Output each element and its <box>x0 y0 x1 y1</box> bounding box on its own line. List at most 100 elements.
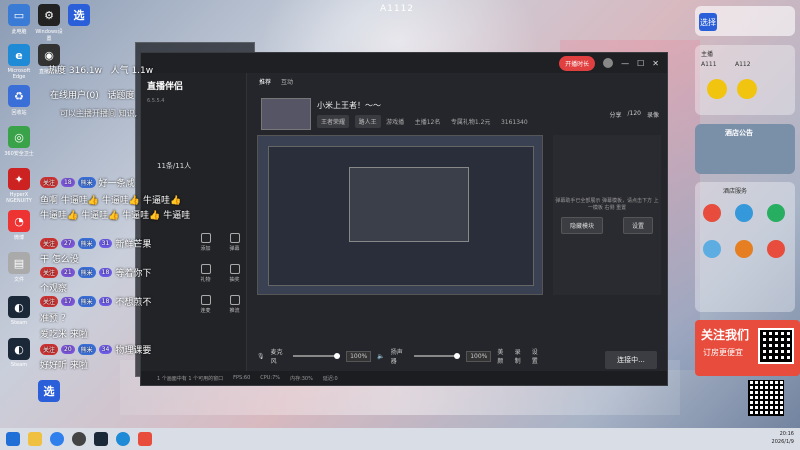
tool-grid: 添加 弹幕 礼物 抽奖 连麦 推流 <box>193 233 247 314</box>
danmaku-item: 关注 17 熊米 18 不想煎不 <box>40 295 151 308</box>
lottery-icon <box>229 264 240 274</box>
danmaku-item: 关注 21 熊米 18 等着你下 <box>40 266 151 279</box>
desktop-icon-steam[interactable]: ◐ Steam <box>4 296 34 326</box>
live-app-icon[interactable] <box>138 432 152 446</box>
desktop-icon-xuan[interactable]: 选 <box>64 4 94 28</box>
desktop-icon-xuan-2[interactable]: 选 <box>34 380 64 404</box>
wallpaper-title: A1112 <box>380 4 415 14</box>
nested-preview-2 <box>349 167 469 242</box>
close-icon[interactable]: ✕ <box>652 59 659 68</box>
mic-label: 麦克风 <box>270 349 283 365</box>
app-main: 推荐 互动 小米上王者！～～ 王者荣耀 路人王 游戏播 主播12名 专属礼物1.… <box>253 73 667 371</box>
tab-recommend[interactable]: 推荐 <box>259 77 271 86</box>
record-button[interactable]: 录像 <box>647 110 659 119</box>
plus-icon <box>200 233 211 243</box>
speaker-icon[interactable]: 🔈 <box>377 353 384 360</box>
file-icon: ▤ <box>8 252 30 274</box>
service-icon-2[interactable] <box>735 204 753 222</box>
danmaku-item: 准预 ？ <box>40 314 70 324</box>
notice-banner[interactable]: 酒店公告 <box>695 124 795 174</box>
app-logo-icon: 选择 <box>699 13 717 31</box>
mic-slider[interactable] <box>293 353 341 359</box>
desktop-icon-weibo[interactable]: ◔ 微博 <box>4 210 34 241</box>
audio-controls: 🎙 麦克风 100% 🔈 扬声器 100% 美颜 录制 设置 <box>257 345 543 367</box>
tool-gift[interactable]: 礼物 <box>193 264 218 283</box>
tool-danmaku[interactable]: 弹幕 <box>222 233 247 252</box>
user-avatar[interactable] <box>603 58 614 68</box>
danmaku-item: 牛逼哇👍 牛逼哇👍 牛逼哇👍 牛逼哇 <box>40 211 191 221</box>
edge-icon: e <box>8 44 30 66</box>
tab-interact[interactable]: 互动 <box>281 77 293 86</box>
tool-stream[interactable]: 推流 <box>222 295 247 314</box>
record-control[interactable]: 录制 <box>515 347 526 365</box>
maximize-icon[interactable]: ☐ <box>637 59 644 68</box>
browser-icon[interactable] <box>50 432 64 446</box>
service-icon-4[interactable] <box>703 240 721 258</box>
mic-icon <box>200 295 211 305</box>
badge-icon <box>737 79 757 99</box>
category-chip[interactable]: 王者荣耀 <box>317 115 350 128</box>
start-live-button[interactable]: 连接中... <box>605 351 657 369</box>
live-title[interactable]: 小米上王者！～～ <box>317 100 536 111</box>
speaker-label: 扬声器 <box>390 349 403 365</box>
tool-link-mic[interactable]: 连麦 <box>193 295 218 314</box>
desktop-icon-settings[interactable]: ⚙ Windows设置 <box>34 4 64 42</box>
edge-icon[interactable] <box>116 432 130 446</box>
right-info-panel: 弹幕助手已全部展示 弹幕模板，请点击下方 上一模板 右侧 重置 隐藏模块 设置 <box>553 135 661 295</box>
panel-settings-button[interactable]: 设置 <box>623 216 654 234</box>
mic-icon[interactable]: 🎙 <box>257 353 265 360</box>
speaker-percent[interactable]: 100% <box>466 350 492 362</box>
app-logo-icon: 选 <box>68 4 90 26</box>
service-icon-1[interactable] <box>703 204 721 222</box>
system-tray[interactable]: 20:16 2026/1/9 <box>772 430 794 446</box>
share-button[interactable]: 分享 <box>609 110 621 119</box>
status-windows: 1 个画面中有 1 个可用的窗口 <box>157 375 224 382</box>
mic-percent[interactable]: 100% <box>346 350 372 362</box>
file-explorer-icon[interactable] <box>28 432 42 446</box>
beauty-button[interactable]: 美颜 <box>497 347 508 365</box>
desktop-icon-this-pc[interactable]: ▭ 此电脑 <box>4 4 34 35</box>
cover-thumbnail[interactable] <box>261 98 311 130</box>
service-icon-5[interactable] <box>735 240 753 258</box>
desktop-icon-steam-2[interactable]: ◐ Steam <box>4 338 34 368</box>
tool-add[interactable]: 添加 <box>193 233 218 252</box>
stream-icon <box>229 295 240 305</box>
status-latency: 延迟:0 <box>322 375 338 382</box>
settings-control[interactable]: 设置 <box>532 347 543 365</box>
gift-icon <box>200 264 211 274</box>
danmaku-item: 关注 27 熊米 31 新鲜芒果 <box>40 237 151 250</box>
danmaku-item: 个观察 <box>40 284 68 294</box>
services-grid: 酒店服务 <box>695 182 795 312</box>
desktop-icon-files[interactable]: ▤ 文件 <box>4 252 34 283</box>
tag-chip[interactable]: 路人王 <box>354 115 381 128</box>
tool-lottery[interactable]: 抽奖 <box>222 264 247 283</box>
right-widget: 选择 主播 A111 A112 酒店公告 酒店服务 关注我们 订房更便宜 <box>695 0 800 420</box>
stream-preview[interactable] <box>257 135 543 295</box>
user-card: 主播 A111 A112 <box>695 45 795 115</box>
service-icon-3[interactable] <box>767 204 785 222</box>
danmaku-list: 关注 18 熊米 好一条咸 鱼啊 牛逼哇👍 牛逼哇👍 牛逼哇👍 牛逼哇👍 牛逼哇… <box>40 45 190 375</box>
main-tabs: 推荐 互动 <box>253 73 667 90</box>
chrome-icon[interactable] <box>72 432 86 446</box>
danmaku-item: 好好听 来啦 <box>40 361 88 371</box>
status-bar: 1 个画面中有 1 个可用的窗口 FPS:60 CPU:7% 内存:30% 延迟… <box>141 371 667 385</box>
desktop-icon-hyperx[interactable]: ✦ HyperX NGENUITY <box>4 168 34 204</box>
desktop-icon-edge[interactable]: e Microsoft Edge <box>4 44 34 80</box>
live-tag[interactable]: 开播时长 <box>559 55 596 71</box>
widget-header: 选择 <box>695 6 795 36</box>
stat-viewers: 3161340 <box>500 119 528 126</box>
danmaku-item: 关注 18 熊米 好一条咸 <box>40 176 135 189</box>
steam-icon[interactable] <box>94 432 108 446</box>
speaker-slider[interactable] <box>413 353 461 359</box>
service-icon-6[interactable] <box>767 240 785 258</box>
desktop-icon-recycle[interactable]: ♻ 回收站 <box>4 85 34 116</box>
hide-module-button[interactable]: 隐藏模块 <box>560 216 603 234</box>
danmaku-item: 干 怎么没 <box>40 255 79 265</box>
follow-banner[interactable]: 关注我们 订房更便宜 <box>695 320 800 376</box>
start-icon[interactable] <box>6 432 20 446</box>
desktop-icon-360[interactable]: ◎ 360安全卫士 <box>4 126 34 157</box>
qr-code-icon <box>748 380 784 416</box>
viewer-count: /120 <box>627 109 641 117</box>
crown-icon <box>707 79 727 99</box>
minimize-icon[interactable]: — <box>621 59 629 68</box>
